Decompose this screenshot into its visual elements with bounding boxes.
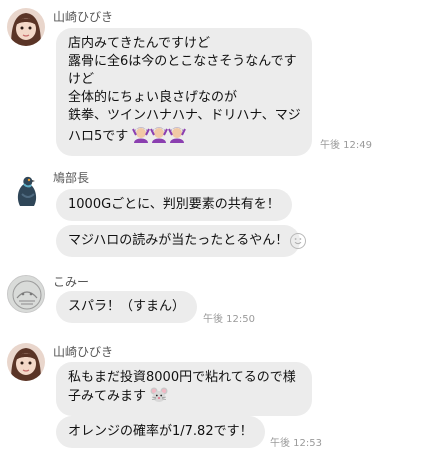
message-timestamp: 午後 12:50 (203, 314, 255, 325)
woman-gesturing-icon (132, 125, 187, 149)
message-bubble[interactable]: 1000Gごとに、判別要素の共有を！ (56, 189, 292, 221)
avatar-hato-bucho[interactable] (8, 172, 46, 210)
message-line: 私もまだ投資8000円で粘れてるので様 (68, 370, 296, 385)
message-line: 露骨に全6は今のとこなさそうなんです (68, 54, 297, 69)
message-line: けど (68, 72, 95, 87)
mouse-face-icon (150, 387, 168, 409)
message-bubble[interactable]: スパラ！（すまん） (56, 291, 198, 323)
avatar-komi[interactable] (7, 275, 45, 313)
message-line: 鉄拳、ツインハナハナ、ドリハナ、マジ (68, 108, 301, 123)
message-bubble[interactable]: 私もまだ投資8000円で粘れてるので様 子みてみます (56, 362, 312, 416)
message-group-4: 山崎ひびき 私もまだ投資8000円で粘れてるので様 子みてみます オレンジの確率… (0, 336, 428, 457)
message-bubble[interactable]: 店内みてきたんですけど 露骨に全6は今のとこなさそうなんです けど 全体的にちょ… (56, 28, 312, 156)
message-group-3: こみー スパラ！（すまん） 午後 12:50 (0, 270, 428, 334)
sender-name: こみー (53, 275, 90, 289)
message-line: 子みてみます (68, 389, 147, 404)
sender-name: 鳩部長 (53, 171, 90, 185)
avatar-yamazaki-hibiki[interactable] (7, 343, 45, 381)
message-group-2: 鳩部長 1000Gごとに、判別要素の共有を！ マジハロの読みが当たったとるやん！ (0, 160, 428, 260)
message-line: ハロ5です (68, 129, 129, 144)
message-line: 店内みてきたんですけど (68, 36, 210, 51)
message-line-with-emoji: 子みてみます (68, 387, 300, 409)
message-bubble[interactable]: マジハロの読みが当たったとるやん！ (56, 225, 301, 257)
sender-name: 山崎ひびき (53, 10, 114, 24)
message-timestamp: 午後 12:53 (270, 438, 322, 449)
message-timestamp: 午後 12:49 (320, 140, 372, 151)
avatar-yamazaki-hibiki[interactable] (7, 8, 45, 46)
message-line-with-emoji: ハロ5です (68, 125, 300, 149)
message-bubble[interactable]: オレンジの確率が1/7.82です！ (56, 416, 265, 448)
message-line: 全体的にちょい良さげなのが (68, 90, 238, 105)
sender-name: 山崎ひびき (53, 345, 114, 359)
smiley-reaction-icon[interactable] (290, 233, 306, 249)
message-group-1: 山崎ひびき 店内みてきたんですけど 露骨に全6は今のとこなさそうなんです けど … (0, 0, 428, 160)
